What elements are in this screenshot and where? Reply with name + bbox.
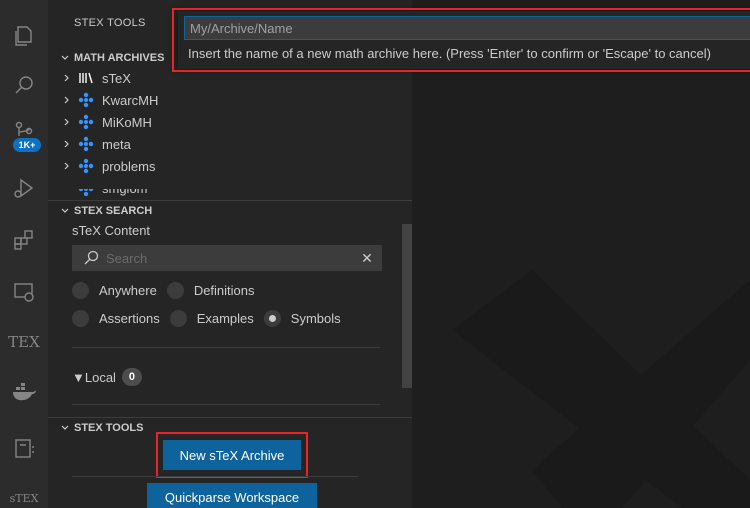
notebook-icon[interactable] [0,424,48,472]
chevron-right-icon [48,73,78,83]
remote-explorer-icon[interactable] [0,268,48,316]
search-icon[interactable] [0,61,48,109]
radio-row-1: Anywhere Definitions [72,282,265,299]
tree-item-meta[interactable]: meta [48,133,412,155]
radio-row-2: Assertions Examples Symbols [72,310,351,327]
scrollbar[interactable] [402,224,412,388]
divider [72,476,358,477]
run-debug-icon[interactable] [0,164,48,212]
highlight-outline [156,432,308,478]
tree-item-mikomh[interactable]: MiKoMH [48,111,412,133]
stex-content-label: sTeX Content [72,223,151,238]
divider [72,347,380,348]
chevron-right-icon [48,139,78,149]
package-icon [78,136,98,152]
tree-item-kwarcmh[interactable]: KwarcMH [48,89,412,111]
library-icon [78,71,98,85]
highlight-outline [172,8,750,72]
radio-button-selected [263,310,281,327]
radio-definitions[interactable]: Definitions [166,282,255,299]
editor-area [412,0,750,508]
package-icon [78,158,98,174]
search-icon [76,250,106,266]
chevron-down-icon [48,206,74,216]
radio-button [169,310,187,327]
radio-symbols[interactable]: Symbols [263,310,341,327]
local-results-toggle[interactable]: ▼Local 0 [72,368,142,386]
section-header-stex-search[interactable]: STEX SEARCH [48,200,412,220]
clear-icon[interactable]: ✕ [352,250,382,267]
divider [72,404,380,405]
stex-icon[interactable]: sTEX [0,474,48,508]
package-icon [78,114,98,130]
radio-assertions[interactable]: Assertions [72,310,160,327]
explorer-icon[interactable] [0,12,48,60]
radio-button [72,282,89,299]
stex-search-input[interactable] [106,246,352,270]
tex-icon[interactable]: TEX [0,318,48,366]
local-count-badge: 0 [121,368,142,386]
chevron-right-icon [48,161,78,171]
activity-bar: 1K+ TEX sTEX [0,0,48,508]
chevron-down-icon [48,53,74,63]
docker-icon[interactable] [0,368,48,416]
stex-search-box: ✕ [72,245,382,271]
chevron-right-icon [48,95,78,105]
radio-anywhere[interactable]: Anywhere [72,282,157,299]
radio-examples[interactable]: Examples [169,310,254,327]
package-icon [78,189,98,197]
extensions-icon[interactable] [0,216,48,264]
quickparse-workspace-button[interactable]: Quickparse Workspace [147,483,317,508]
chevron-right-icon [48,117,78,127]
package-icon [78,92,98,108]
chevron-down-icon [48,423,74,433]
sidebar-title: STEX TOOLS [74,17,146,29]
radio-button [166,282,184,299]
tree-item-problems[interactable]: problems [48,155,412,177]
sidebar: STEX TOOLS MATH ARCHIVES sTeX KwarcMH Mi… [48,0,412,508]
radio-button [72,310,89,327]
vscode-watermark-icon [452,270,750,508]
tree-item-smglom[interactable]: smglom [48,189,412,199]
source-control-badge: 1K+ [13,138,41,152]
